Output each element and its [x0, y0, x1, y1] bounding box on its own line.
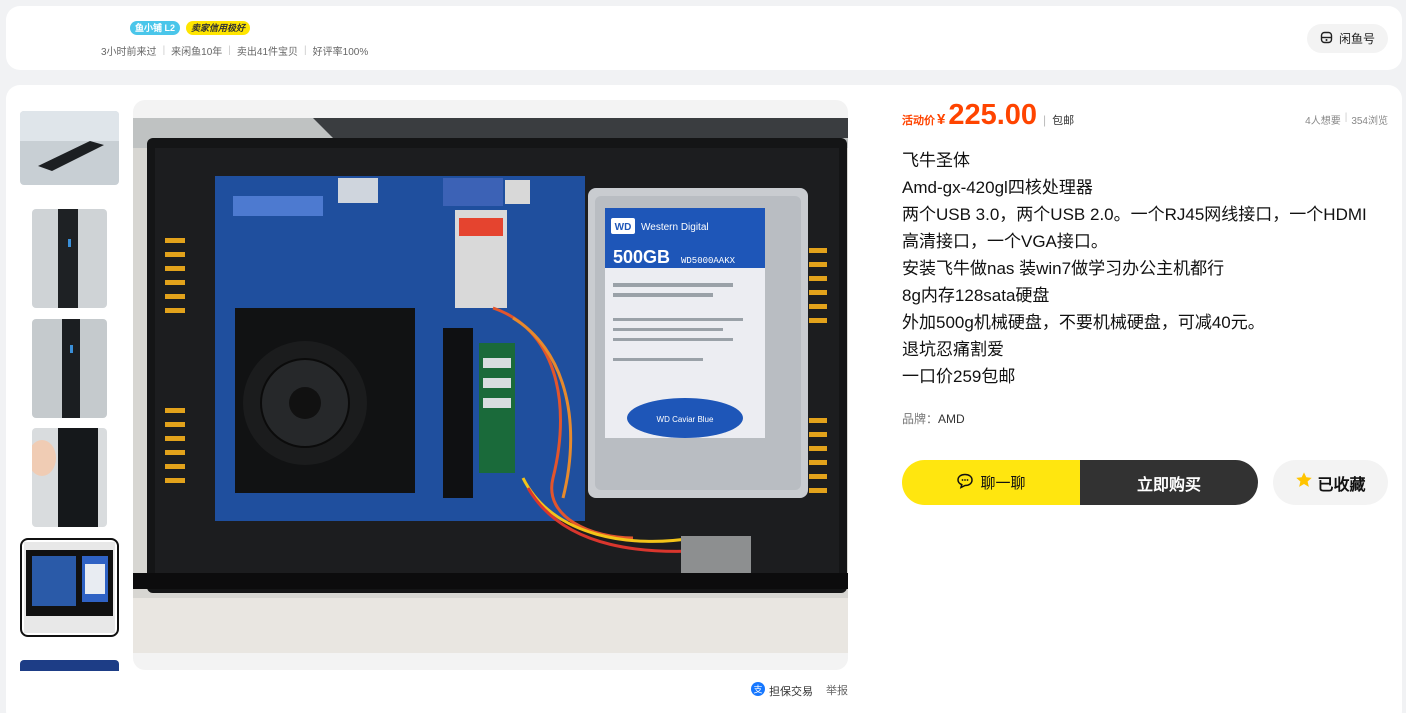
hdd-model-text: WD5000AAKX [681, 256, 736, 266]
desc-line: 8g内存128sata硬盘 [902, 286, 1050, 305]
product-description: 飞牛圣体 Amd-gx-420gl四核处理器 两个USB 3.0，两个USB 2… [902, 147, 1394, 390]
chat-bubble-icon [956, 473, 974, 493]
desc-line: 两个USB 3.0，两个USB 2.0。一个RJ45网线接口，一个HDMI [902, 205, 1367, 224]
thumbnail-strip[interactable] [20, 111, 120, 671]
svg-text:支: 支 [753, 684, 762, 696]
items-sold-text: 卖出41件宝贝 [236, 47, 299, 58]
interest-stats: 4人想要 | 354浏览 [1305, 112, 1388, 127]
shipping-label: 包邮 [1052, 115, 1075, 127]
seller-bar: 鱼小铺 L2 卖家信用极好 3小时前来过 | 来闲鱼10年 | 卖出41件宝贝 | 好… [6, 6, 1402, 70]
chat-label: 聊一聊 [980, 475, 1026, 492]
desc-line: 外加500g机械硬盘，不要机械硬盘，可减40元。 [902, 313, 1265, 332]
favorite-label: 已收藏 [1317, 476, 1366, 494]
hdd-brand-name-text: Western Digital [641, 222, 709, 233]
seller-level-badge: 鱼小铺 L2 [130, 21, 181, 35]
hdd-capacity-text: 500GB [613, 247, 670, 267]
rating-text: 好评率100% [312, 47, 369, 58]
thumbnail-1[interactable] [20, 111, 119, 185]
thumbnail-3[interactable] [32, 319, 107, 418]
xianyu-id-button[interactable]: 闲鱼号 [1307, 24, 1388, 53]
favorite-button[interactable]: 已收藏 [1273, 460, 1388, 505]
product-card: WD Western Digital 500GB WD5000AAKX WD C… [6, 85, 1402, 713]
brand-label: 品牌： [902, 412, 939, 426]
guarantee-label: 担保交易 [769, 685, 813, 698]
seller-badges: 鱼小铺 L2 卖家信用极好 [130, 21, 251, 35]
buy-now-button[interactable]: 立即购买 [1080, 460, 1258, 505]
views-count: 354浏览 [1351, 116, 1388, 127]
star-icon [1295, 471, 1313, 494]
price-amount: 225.00 [948, 99, 1038, 131]
thumbnail-5-selected[interactable] [20, 538, 119, 637]
seller-credit-badge: 卖家信用极好 [186, 21, 251, 35]
desc-line: Amd-gx-420gl四核处理器 [902, 178, 1093, 197]
chat-button[interactable]: 聊一聊 [902, 460, 1080, 505]
hdd-series-text: WD Caviar Blue [657, 415, 714, 424]
thumbnail-6[interactable] [20, 660, 119, 671]
thumbnail-2[interactable] [32, 209, 107, 308]
brand-value: AMD [938, 412, 965, 426]
guarantee-trade-link[interactable]: 支 担保交易 [751, 682, 813, 699]
mini-pc-photo: WD Western Digital 500GB WD5000AAKX WD C… [133, 118, 848, 653]
guarantee-shield-icon: 支 [751, 682, 765, 699]
price-row: 活动价 ¥ 225.00 | 包邮 [902, 99, 1074, 132]
wants-count: 4人想要 [1305, 116, 1341, 127]
product-main-image[interactable]: WD Western Digital 500GB WD5000AAKX WD C… [133, 100, 848, 670]
report-link[interactable]: 举报 [826, 682, 848, 698]
hdd-brand-text: WD [615, 222, 632, 233]
account-age-text: 来闲鱼10年 [171, 47, 223, 58]
fish-icon [1320, 31, 1333, 47]
desc-line: 退坑忍痛割爱 [902, 340, 1004, 359]
thumbnail-4[interactable] [32, 428, 107, 527]
brand-row: 品牌：AMD [902, 410, 965, 427]
desc-line: 飞牛圣体 [902, 151, 970, 170]
desc-line: 安装飞牛做nas 装win7做学习办公主机都行 [902, 259, 1225, 278]
action-buttons: 聊一聊 立即购买 [902, 460, 1258, 505]
currency-symbol: ¥ [937, 111, 946, 128]
price-label: 活动价 [902, 115, 935, 127]
desc-line: 高清接口，一个VGA接口。 [902, 232, 1108, 251]
seller-stats: 3小时前来过 | 来闲鱼10年 | 卖出41件宝贝 | 好评率100% [101, 45, 369, 58]
desc-line: 一口价259包邮 [902, 367, 1016, 386]
last-seen-text: 3小时前来过 [101, 47, 157, 58]
price-separator: | [1043, 113, 1047, 127]
xianyu-id-label: 闲鱼号 [1338, 32, 1375, 46]
